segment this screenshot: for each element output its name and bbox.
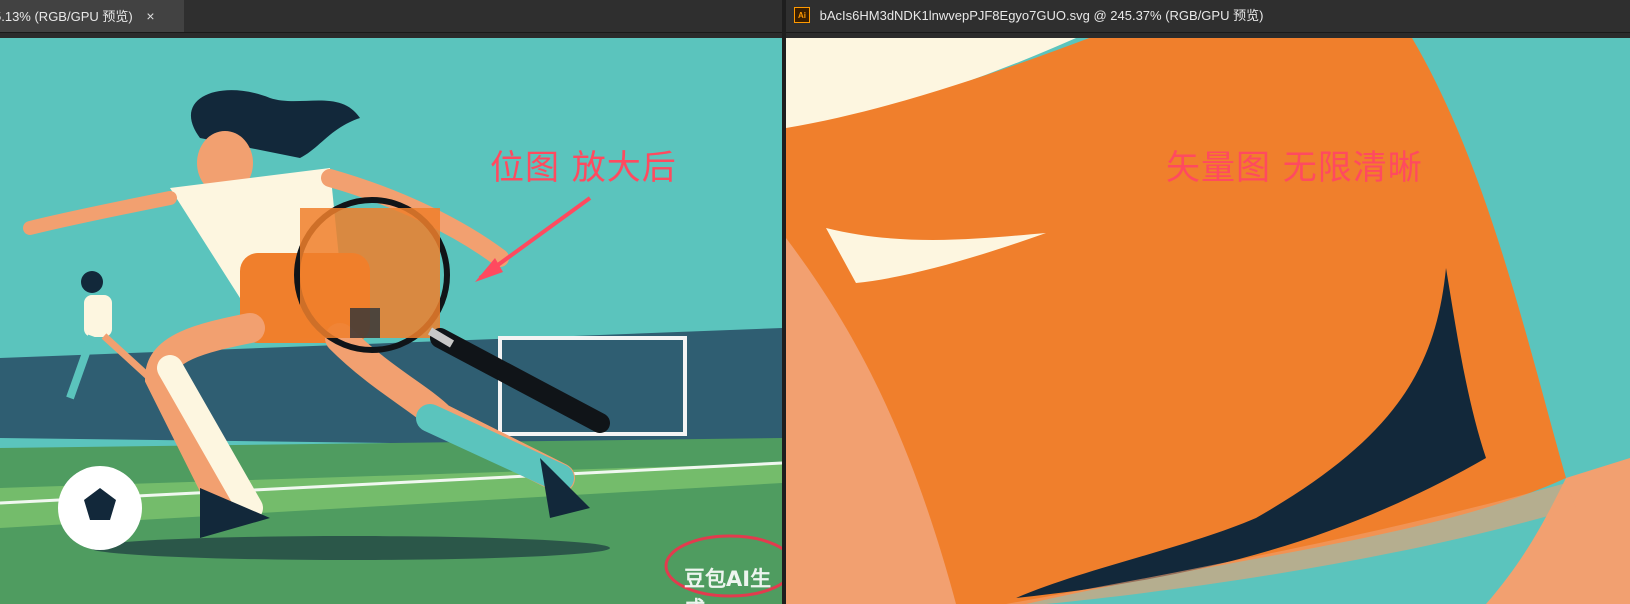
bitmap-annotation: 位图 放大后 — [490, 148, 677, 188]
bitmap-illustration — [0, 38, 782, 604]
bitmap-document-tab[interactable]: 5.13% (RGB/GPU 预览) × — [0, 0, 184, 32]
vector-document-pane[interactable]: Ai bAcIs6HM3dNDK1lnwvepPJF8Egyo7GUO.svg … — [786, 0, 1630, 604]
vector-annotation: 矢量图 无限清晰 — [1166, 148, 1423, 188]
vector-illustration — [786, 38, 1630, 604]
bitmap-canvas[interactable] — [0, 38, 782, 604]
vector-canvas[interactable] — [786, 38, 1630, 604]
close-icon[interactable]: × — [146, 0, 154, 32]
vector-tab-title: bAcIs6HM3dNDK1lnwvepPJF8Egyo7GUO.svg @ 2… — [819, 8, 1264, 23]
ai-watermark: 豆包AI生成 — [684, 567, 772, 604]
vector-document-tab[interactable]: Ai bAcIs6HM3dNDK1lnwvepPJF8Egyo7GUO.svg … — [786, 0, 1274, 32]
bitmap-tab-title: 5.13% (RGB/GPU 预览) — [0, 9, 133, 24]
vector-tab-bar: Ai bAcIs6HM3dNDK1lnwvepPJF8Egyo7GUO.svg … — [786, 0, 1630, 33]
bitmap-tab-bar: 5.13% (RGB/GPU 预览) × — [0, 0, 782, 33]
illustrator-file-icon: Ai — [794, 7, 810, 24]
bitmap-document-pane[interactable]: 5.13% (RGB/GPU 预览) × 位图 放大后 豆包AI生 — [0, 0, 782, 604]
